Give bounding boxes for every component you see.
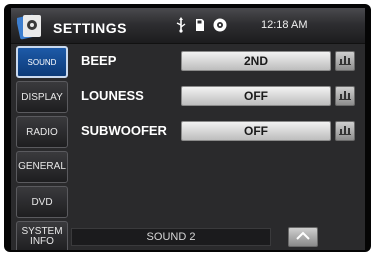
settings-screen: SETTINGS 12:18 AM SOUND DISPLAY RADIO GE… <box>11 8 365 250</box>
page-indicator: SOUND 2 <box>71 228 271 246</box>
sidebar-item-label: SOUND <box>27 57 57 67</box>
page-title: SETTINGS <box>53 20 128 36</box>
subwoofer-value-field[interactable]: OFF <box>181 121 331 141</box>
equalizer-icon <box>339 87 351 105</box>
sidebar-item-label: SYSTEM INFO <box>21 226 63 247</box>
header-bar: SETTINGS 12:18 AM <box>11 8 365 44</box>
sidebar-item-display[interactable]: DISPLAY <box>16 81 68 113</box>
sidebar: SOUND DISPLAY RADIO GENERAL DVD SYSTEM I… <box>16 44 68 250</box>
sidebar-item-label: DVD <box>31 196 53 208</box>
loudness-options-button[interactable] <box>335 86 355 106</box>
loudness-label: LOUNESS <box>81 88 144 103</box>
sidebar-item-sound[interactable]: SOUND <box>16 46 68 78</box>
usb-icon <box>175 16 187 38</box>
sidebar-item-label: DISPLAY <box>21 91 63 103</box>
chevron-up-icon <box>295 228 311 246</box>
subwoofer-value: OFF <box>244 124 268 138</box>
beep-value-field[interactable]: 2ND <box>181 51 331 71</box>
beep-label: BEEP <box>81 53 117 68</box>
sd-card-icon <box>195 18 205 37</box>
subwoofer-options-button[interactable] <box>335 121 355 141</box>
clock: 12:18 AM <box>261 19 308 31</box>
loudness-value: OFF <box>244 89 268 103</box>
loudness-value-field[interactable]: OFF <box>181 86 331 106</box>
sidebar-item-label: RADIO <box>26 126 58 138</box>
status-icons <box>175 16 227 38</box>
subwoofer-label: SUBWOOFER <box>81 123 167 138</box>
beep-value: 2ND <box>243 54 268 68</box>
sidebar-item-radio[interactable]: RADIO <box>16 116 68 148</box>
page-up-button[interactable] <box>288 227 318 247</box>
equalizer-icon <box>339 122 351 140</box>
disc-icon <box>213 18 227 37</box>
settings-logo-icon <box>16 12 43 40</box>
sidebar-item-dvd[interactable]: DVD <box>16 186 68 218</box>
beep-options-button[interactable] <box>335 51 355 71</box>
sidebar-item-label: GENERAL <box>18 161 66 172</box>
sidebar-item-general[interactable]: GENERAL <box>16 151 68 183</box>
sidebar-item-system-info[interactable]: SYSTEM INFO <box>16 221 68 250</box>
equalizer-icon <box>339 52 351 70</box>
